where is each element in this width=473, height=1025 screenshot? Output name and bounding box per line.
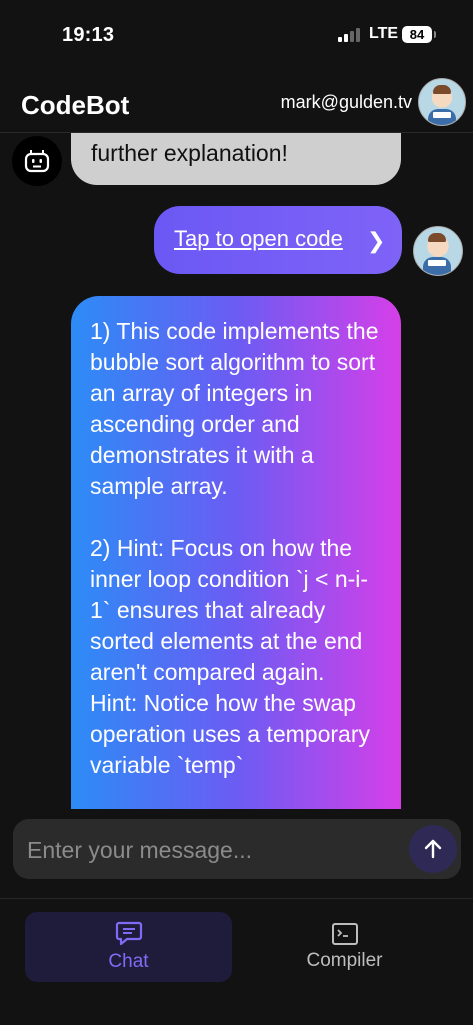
app-header: CodeBot mark@gulden.tv xyxy=(0,72,473,133)
chevron-right-icon: ❯ xyxy=(367,228,386,253)
user-avatar xyxy=(413,226,463,276)
network-label: LTE xyxy=(369,25,399,42)
app-title: CodeBot xyxy=(21,90,130,120)
battery-level: 84 xyxy=(409,27,425,42)
tab-chat-label: Chat xyxy=(108,951,149,972)
message-input[interactable] xyxy=(25,819,409,881)
arrow-up-icon xyxy=(424,839,442,859)
status-bar: 19:13 LTE 84 xyxy=(0,0,473,72)
open-code-link[interactable]: Tap to open code xyxy=(174,226,343,251)
response-paragraph: 2) Hint: Focus on how the inner loop con… xyxy=(90,535,369,685)
tab-chat[interactable]: Chat xyxy=(25,912,232,982)
tab-compiler[interactable]: Compiler xyxy=(241,912,448,982)
chat-bubble-icon xyxy=(115,921,142,946)
bot-message-text: further explanation! xyxy=(91,140,288,166)
bot-response-bubble: 1) This code implements the bubble sort … xyxy=(71,296,401,809)
status-time: 19:13 xyxy=(62,24,115,46)
battery-icon: 84 xyxy=(402,26,436,43)
user-email: mark@gulden.tv xyxy=(280,92,412,112)
bot-message-bubble: further explanation! xyxy=(71,133,401,185)
signal-icon xyxy=(338,28,360,42)
response-paragraph: Hint: Notice how the swap operation uses… xyxy=(90,690,370,778)
tab-compiler-label: Compiler xyxy=(306,950,383,971)
tab-bar: Chat Compiler xyxy=(0,898,473,1025)
send-button[interactable] xyxy=(409,825,457,873)
header-avatar[interactable] xyxy=(418,78,466,126)
user-message-bubble[interactable]: Tap to open code ❯ xyxy=(154,206,402,274)
chat-list[interactable]: further explanation! Tap to open code ❯ … xyxy=(0,133,473,809)
robot-icon xyxy=(12,136,62,186)
terminal-icon xyxy=(331,923,358,945)
response-paragraph: 1) This code implements the bubble sort … xyxy=(90,318,379,499)
message-composer xyxy=(13,819,461,881)
